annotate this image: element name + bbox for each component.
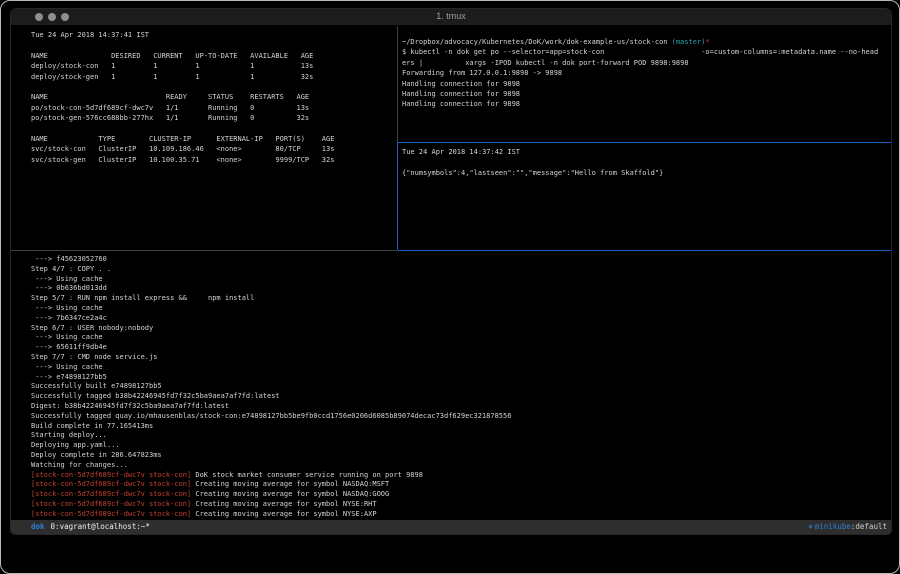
pane-divider-vertical-active[interactable] xyxy=(397,142,398,250)
active-window-item[interactable]: 0:vagrant@localhost:~* xyxy=(51,520,150,534)
session-name[interactable]: dok xyxy=(31,520,45,534)
status-right: ⎈ minikube :default xyxy=(808,520,887,534)
window-titlebar[interactable]: 1. tmux xyxy=(11,9,891,26)
terminal-window: 1. tmux Tue 24 Apr 2018 14:37:41 IST NAM… xyxy=(11,9,891,534)
kube-namespace: :default xyxy=(851,520,887,534)
pane-port-forward[interactable]: ~/Dropbox/advocacy/Kubernetes/DoK/work/d… xyxy=(399,26,891,152)
screenshot-frame: 1. tmux Tue 24 Apr 2018 14:37:41 IST NAM… xyxy=(0,0,900,574)
window-title: 1. tmux xyxy=(11,11,891,21)
tmux-terminal: Tue 24 Apr 2018 14:37:41 IST NAME DESIRE… xyxy=(11,26,891,534)
pane-skaffold-build-log[interactable]: ---> f45623052760Step 4/7 : COPY . . ---… xyxy=(11,251,891,521)
kube-context: minikube xyxy=(815,520,851,534)
pane-service-output[interactable]: Tue 24 Apr 2018 14:37:42 IST {"numsymbol… xyxy=(399,143,891,254)
pane-divider-vertical-inactive[interactable] xyxy=(397,26,398,142)
kubernetes-helm-icon: ⎈ xyxy=(808,520,813,534)
pane-kubectl-watch[interactable]: Tue 24 Apr 2018 14:37:41 IST NAME DESIRE… xyxy=(11,26,416,254)
tmux-status-bar: dok 0:vagrant@localhost:~* ⎈ minikube :d… xyxy=(11,520,891,534)
